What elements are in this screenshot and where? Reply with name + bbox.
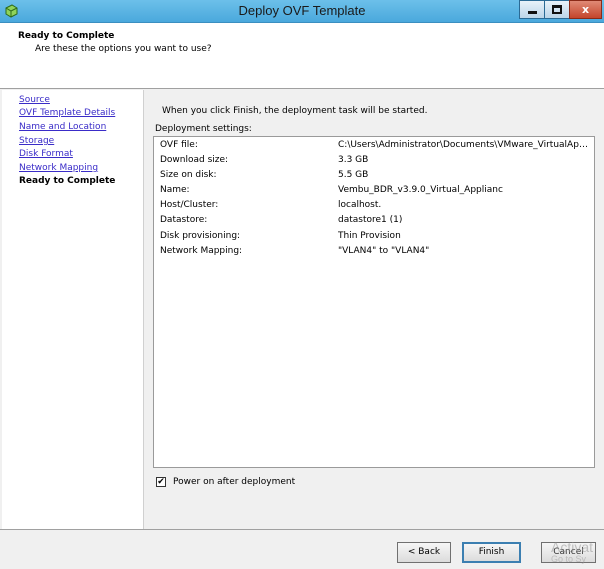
page-title: Ready to Complete (18, 31, 115, 41)
nav-step-storage[interactable]: Storage (19, 136, 54, 146)
settings-key: Size on disk: (160, 170, 217, 180)
settings-value: Vembu_BDR_v3.9.0_Virtual_Applianc (338, 185, 503, 195)
minimize-button[interactable] (519, 0, 545, 19)
back-button[interactable]: < Back (397, 542, 451, 563)
nav-step-network-mapping[interactable]: Network Mapping (19, 163, 98, 173)
settings-value: Thin Provision (338, 231, 401, 241)
wizard-steps-nav: Source OVF Template Details Name and Loc… (2, 90, 144, 529)
checkmark-icon: ✔ (157, 476, 165, 487)
finish-intro-text: When you click Finish, the deployment ta… (162, 106, 428, 116)
nav-step-ovf-template-details[interactable]: OVF Template Details (19, 108, 115, 118)
power-on-checkbox[interactable]: ✔ (156, 477, 166, 487)
power-on-option: ✔ Power on after deployment (156, 477, 295, 487)
settings-key: Host/Cluster: (160, 200, 219, 210)
settings-row-network-mapping: Network Mapping: "VLAN4" to "VLAN4" (160, 246, 590, 260)
finish-button[interactable]: Finish (462, 542, 521, 563)
nav-step-ready-to-complete: Ready to Complete (19, 176, 116, 186)
settings-row-name: Name: Vembu_BDR_v3.9.0_Virtual_Applianc (160, 185, 590, 199)
page-subtitle: Are these the options you want to use? (35, 44, 212, 54)
settings-row-download-size: Download size: 3.3 GB (160, 155, 590, 169)
settings-value: "VLAN4" to "VLAN4" (338, 246, 430, 256)
close-icon: x (581, 3, 590, 16)
nav-step-source[interactable]: Source (19, 95, 50, 105)
window-title: Deploy OVF Template (238, 3, 366, 18)
cancel-button[interactable]: Cancel (541, 542, 596, 563)
settings-row-ovf-file: OVF file: C:\Users\Administrator\Documen… (160, 140, 590, 154)
wizard-header: Ready to Complete Are these the options … (0, 23, 604, 89)
minimize-icon (527, 11, 537, 14)
close-button[interactable]: x (569, 0, 602, 19)
deployment-settings-box: OVF file: C:\Users\Administrator\Documen… (153, 136, 595, 468)
maximize-icon (552, 5, 562, 14)
deployment-settings-label: Deployment settings: (155, 124, 252, 134)
settings-key: OVF file: (160, 140, 198, 150)
nav-step-disk-format[interactable]: Disk Format (19, 149, 73, 159)
settings-key: Network Mapping: (160, 246, 243, 256)
title-bar: Deploy OVF Template x (0, 0, 604, 23)
settings-key: Datastore: (160, 215, 208, 225)
settings-key: Name: (160, 185, 190, 195)
maximize-button[interactable] (544, 0, 570, 19)
main-panel: When you click Finish, the deployment ta… (144, 90, 604, 529)
settings-row-disk-provisioning: Disk provisioning: Thin Provision (160, 231, 590, 245)
wizard-footer: < Back Finish Cancel Activat Go to Sy (0, 529, 604, 569)
settings-value: C:\Users\Administrator\Documents\VMware_… (338, 140, 588, 150)
settings-value: 3.3 GB (338, 155, 369, 165)
settings-row-datastore: Datastore: datastore1 (1) (160, 215, 590, 229)
settings-key: Disk provisioning: (160, 231, 241, 241)
power-on-label: Power on after deployment (173, 477, 296, 487)
settings-row-size-on-disk: Size on disk: 5.5 GB (160, 170, 590, 184)
settings-value: datastore1 (1) (338, 215, 403, 225)
settings-row-host-cluster: Host/Cluster: localhost. (160, 200, 590, 214)
settings-value: 5.5 GB (338, 170, 369, 180)
settings-key: Download size: (160, 155, 229, 165)
settings-value: localhost. (338, 200, 382, 210)
nav-step-name-and-location[interactable]: Name and Location (19, 122, 106, 132)
